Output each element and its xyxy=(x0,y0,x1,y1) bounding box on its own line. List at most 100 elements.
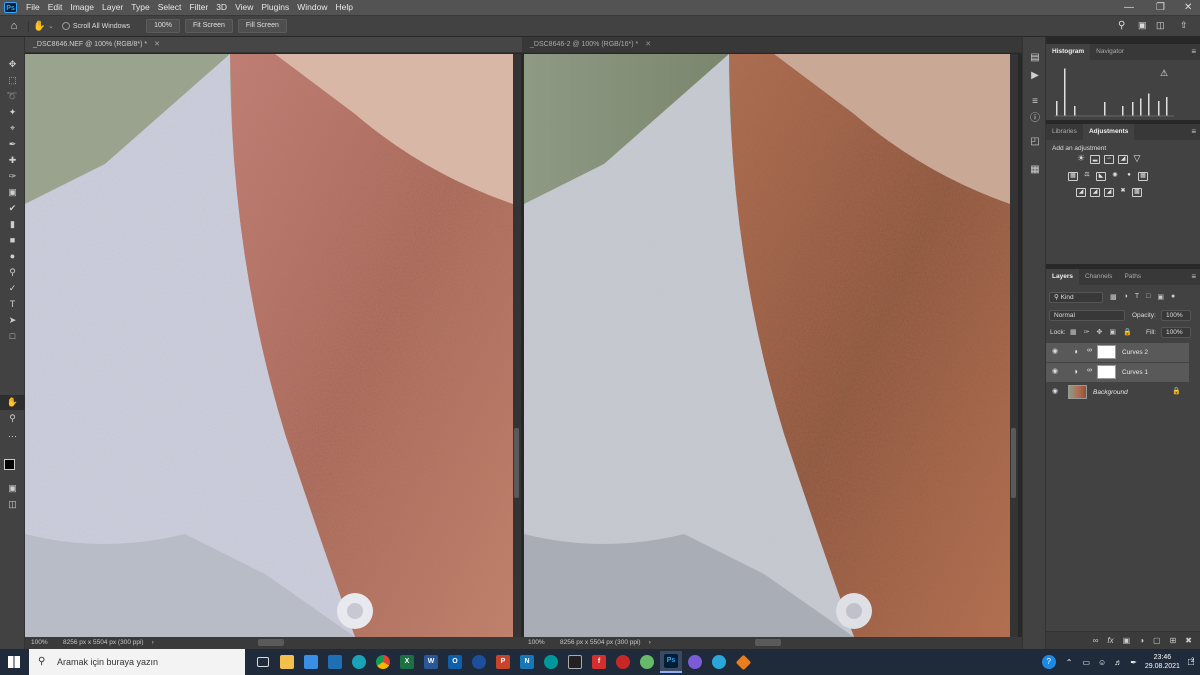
tab-histogram[interactable]: Histogram xyxy=(1046,44,1091,60)
tab-adjustments[interactable]: Adjustments xyxy=(1082,124,1135,140)
blend-mode-select[interactable]: Normal xyxy=(1049,310,1125,321)
menu-type[interactable]: Type xyxy=(127,0,153,15)
type-filter-icon[interactable]: T xyxy=(1135,293,1139,301)
curves-icon[interactable]: ∽ xyxy=(1104,155,1114,164)
edge-browser-icon[interactable] xyxy=(348,651,370,673)
adjustment-filter-icon[interactable]: ◑ xyxy=(1124,293,1128,301)
arduino-icon[interactable] xyxy=(540,651,562,673)
menu-help[interactable]: Help xyxy=(331,0,356,15)
share-icon[interactable]: ⇧ xyxy=(1180,20,1188,31)
layer-thumbnail[interactable] xyxy=(1068,385,1087,399)
close-tab-icon[interactable]: ✕ xyxy=(154,41,160,48)
layer-curves-1[interactable]: ◉ ◑ ∞ Curves 1 xyxy=(1046,363,1189,382)
lock-transparent-icon[interactable]: ▦ xyxy=(1070,328,1077,336)
document-tab-2[interactable]: _DSC8646-2 @ 100% (RGB/16*) * ✕ xyxy=(522,37,1022,53)
more-tools-icon[interactable]: ⋯ xyxy=(0,429,25,444)
app-green-icon[interactable] xyxy=(636,651,658,673)
app-orange-icon[interactable] xyxy=(732,651,754,673)
history-brush-tool-icon[interactable]: ✔ xyxy=(0,201,25,216)
eraser-tool-icon[interactable]: ▮ xyxy=(0,217,25,232)
quick-select-tool-icon[interactable]: ✦ xyxy=(0,105,25,120)
gradient-tool-icon[interactable]: ■ xyxy=(0,233,25,248)
status-chevron-icon[interactable]: › xyxy=(152,637,154,649)
levels-icon[interactable]: ▂ xyxy=(1090,155,1100,164)
actions-play-icon[interactable]: ▶ xyxy=(1028,69,1042,83)
hand-tool-icon[interactable]: ✋ xyxy=(0,395,25,410)
channel-mixer-icon[interactable]: ● xyxy=(1124,172,1134,181)
menu-window[interactable]: Window xyxy=(293,0,331,15)
document-canvas-2[interactable] xyxy=(524,54,1010,637)
layer-kind-filter[interactable]: ⚲ Kind xyxy=(1049,292,1103,303)
pen-icon[interactable]: ✒ xyxy=(1130,658,1137,667)
task-view-icon[interactable] xyxy=(252,651,274,673)
tray-expand-icon[interactable]: ⌃ xyxy=(1066,658,1073,667)
app-circle-icon[interactable] xyxy=(612,651,634,673)
battery-icon[interactable]: ▭ xyxy=(1082,658,1090,667)
pen-tool-icon[interactable]: ✓ xyxy=(0,281,25,296)
workspace-layout-icon[interactable]: ◫ xyxy=(1156,20,1165,31)
app-dark-icon[interactable] xyxy=(564,651,586,673)
lasso-tool-icon[interactable]: ➰ xyxy=(0,89,25,104)
lock-all-icon[interactable]: 🔒 xyxy=(1123,328,1132,336)
photoshop-taskbar-icon[interactable]: Ps xyxy=(660,651,682,673)
posterize-icon[interactable]: ◢ xyxy=(1090,188,1100,197)
visibility-eye-icon[interactable]: ◉ xyxy=(1052,388,1060,396)
clock[interactable]: 23:46 29.08.2021 xyxy=(1145,653,1180,671)
tab-paths[interactable]: Paths xyxy=(1118,269,1147,285)
new-adjustment-icon[interactable]: ◑ xyxy=(1139,636,1144,645)
vertical-scroll-thumb-2[interactable] xyxy=(1011,428,1016,498)
tool-preset-chevron-icon[interactable]: ⌄ xyxy=(48,22,54,30)
microsoft-store-icon[interactable] xyxy=(300,651,322,673)
panel-menu-icon[interactable]: ≡ xyxy=(1191,47,1196,56)
vertical-scrollbar-1[interactable] xyxy=(513,54,521,637)
panel-menu-icon[interactable]: ≡ xyxy=(1191,272,1196,281)
close-icon[interactable]: ✕ xyxy=(1184,0,1192,15)
path-selection-tool-icon[interactable]: ➤ xyxy=(0,313,25,328)
shape-filter-icon[interactable]: □ xyxy=(1146,293,1150,301)
menu-plugins[interactable]: Plugins xyxy=(257,0,293,15)
mask-link-icon[interactable]: ∞ xyxy=(1087,347,1092,354)
horizontal-scrollbar-2[interactable] xyxy=(659,637,1022,649)
mask-link-icon[interactable]: ∞ xyxy=(1087,367,1092,374)
app-n-icon[interactable]: N xyxy=(516,651,538,673)
chrome-browser-icon[interactable] xyxy=(372,651,394,673)
exposure-icon[interactable]: ◢ xyxy=(1118,155,1128,164)
notification-icon[interactable]: □ 2 xyxy=(1188,657,1194,668)
color-lookup-icon[interactable]: ▦ xyxy=(1138,172,1148,181)
type-tool-icon[interactable]: T xyxy=(0,297,25,312)
layer-curves-2[interactable]: ◉ ◑ ∞ Curves 2 xyxy=(1046,343,1189,362)
menu-file[interactable]: File xyxy=(22,0,44,15)
photo-filter-icon[interactable]: ◉ xyxy=(1110,172,1120,181)
move-tool-icon[interactable]: ✥ xyxy=(0,57,25,72)
vertical-scroll-thumb-1[interactable] xyxy=(514,428,519,498)
app-teal-icon[interactable] xyxy=(708,651,730,673)
status-chevron-icon[interactable]: › xyxy=(649,637,651,649)
visibility-eye-icon[interactable]: ◉ xyxy=(1052,368,1060,376)
blur-tool-icon[interactable]: ● xyxy=(0,249,25,264)
history-icon[interactable]: ▤ xyxy=(1028,51,1042,65)
layer-style-icon[interactable]: fx xyxy=(1107,636,1113,645)
wifi-icon[interactable]: ☺ xyxy=(1098,658,1106,667)
vertical-scrollbar-2[interactable] xyxy=(1010,54,1018,637)
menu-view[interactable]: View xyxy=(231,0,257,15)
zoom-100-button[interactable]: 100% xyxy=(146,19,180,33)
menu-edit[interactable]: Edit xyxy=(44,0,67,15)
horizontal-scrollbar-1[interactable] xyxy=(162,637,522,649)
search-icon[interactable]: ⚲ xyxy=(1118,20,1125,31)
app-blue-icon[interactable] xyxy=(468,651,490,673)
menu-layer[interactable]: Layer xyxy=(98,0,127,15)
new-layer-icon[interactable]: ⊞ xyxy=(1170,636,1177,645)
threshold-icon[interactable]: ◢ xyxy=(1104,188,1114,197)
workspace-icon[interactable]: ▣ xyxy=(1138,20,1147,31)
foreground-color-swatch[interactable] xyxy=(4,459,15,470)
scroll-all-checkbox[interactable] xyxy=(61,22,70,30)
color-balance-icon[interactable]: ⚖ xyxy=(1082,172,1092,181)
layer-mask-thumbnail[interactable] xyxy=(1097,345,1116,359)
restore-icon[interactable]: ❐ xyxy=(1156,0,1165,15)
brush-tool-icon[interactable]: ✑ xyxy=(0,169,25,184)
dodge-tool-icon[interactable]: ⚲ xyxy=(0,265,25,280)
windows-start-icon[interactable] xyxy=(8,656,20,668)
tab-navigator[interactable]: Navigator xyxy=(1090,44,1130,60)
hand-tool-icon[interactable]: ✋ xyxy=(28,20,46,32)
link-layers-icon[interactable]: ∞ xyxy=(1093,636,1099,645)
